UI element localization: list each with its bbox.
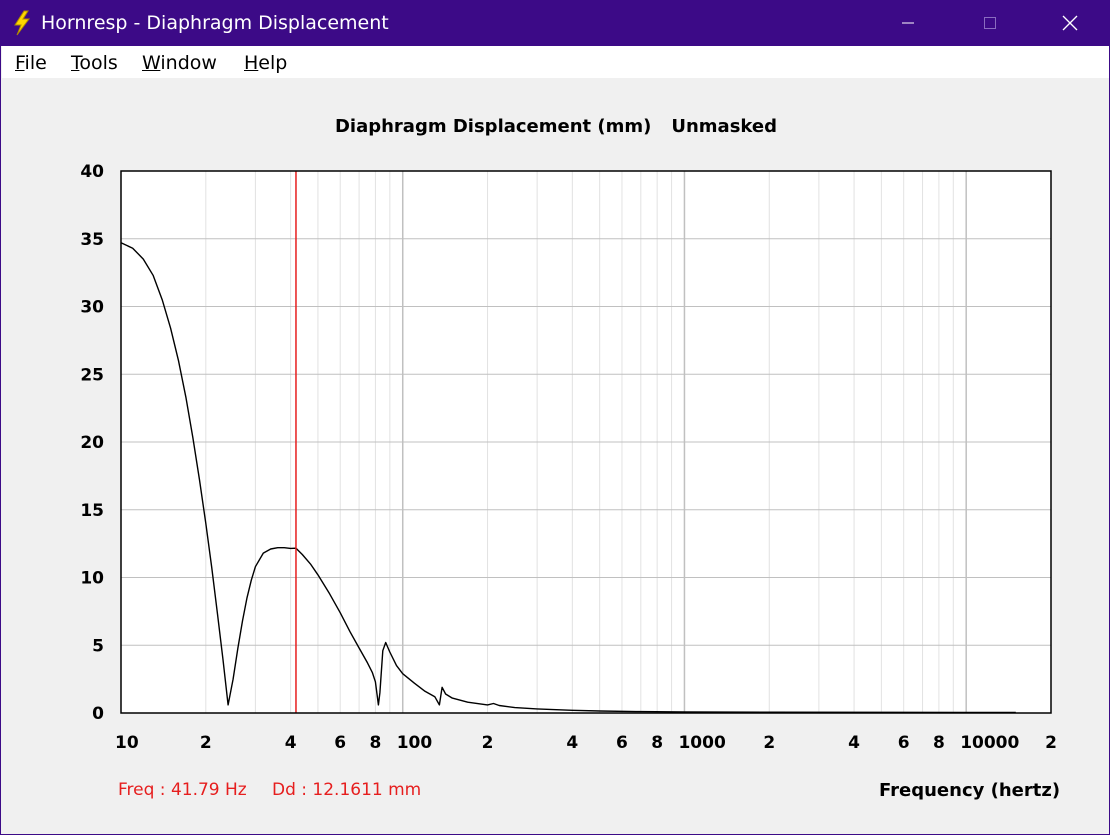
x-tick-label: 2 (1045, 733, 1057, 753)
x-tick-label: 4 (848, 733, 860, 753)
x-tick-label: 2 (482, 733, 494, 753)
y-tick-label: 25 (80, 365, 104, 385)
x-tick-label: 6 (898, 733, 910, 753)
app-window: Hornresp - Diaphragm Displacement File T… (0, 0, 1110, 835)
x-tick-label: 10000 (960, 733, 1019, 753)
y-tick-label: 30 (80, 298, 104, 318)
x-tick-label: 10 (115, 733, 139, 753)
x-tick-label: 2 (763, 733, 775, 753)
menu-bar: File Tools Window Help (2, 46, 1109, 78)
x-tick-label: 4 (566, 733, 578, 753)
frequency-readout: Freq : 41.79 Hz (118, 780, 247, 800)
minimize-button[interactable] (867, 0, 949, 46)
x-tick-label: 1000 (678, 733, 725, 753)
y-tick-label: 0 (92, 704, 104, 724)
y-tick-label: 40 (80, 162, 104, 182)
y-tick-label: 10 (80, 569, 104, 589)
minimize-icon (902, 22, 914, 24)
x-tick-label: 2 (200, 733, 212, 753)
menu-tools[interactable]: Tools (71, 52, 118, 74)
maximize-icon (984, 17, 996, 29)
close-button[interactable] (1029, 0, 1110, 46)
displacement-readout: Dd : 12.1611 mm (272, 780, 422, 800)
x-tick-label: 6 (616, 733, 628, 753)
displacement-plot[interactable]: 0 5 10 15 20 25 30 35 40 10 2 4 6 8 100 2 4 6 8 1000 2 4 6 8 100… (1, 78, 1110, 835)
menu-window[interactable]: Window (142, 52, 217, 74)
chart-area: Diaphragm Displacement (mm) Unmasked 0 5 10… (1, 78, 1110, 835)
window-title: Hornresp - Diaphragm Displacement (41, 12, 389, 34)
title-bar[interactable]: Hornresp - Diaphragm Displacement (1, 0, 1110, 46)
lightning-app-icon (14, 10, 30, 36)
y-tick-label: 15 (80, 501, 104, 521)
menu-help[interactable]: Help (244, 52, 287, 74)
x-tick-label: 4 (285, 733, 297, 753)
maximize-button[interactable] (949, 0, 1031, 46)
y-tick-label: 5 (92, 636, 104, 656)
x-tick-label: 8 (651, 733, 663, 753)
x-tick-label: 8 (370, 733, 382, 753)
menu-file[interactable]: File (15, 52, 47, 74)
x-tick-label: 8 (933, 733, 945, 753)
x-tick-label: 100 (397, 733, 433, 753)
x-axis-title: Frequency (hertz) (879, 780, 1061, 801)
close-icon (1062, 15, 1078, 31)
x-tick-label: 6 (334, 733, 346, 753)
y-tick-label: 35 (80, 230, 104, 250)
y-tick-label: 20 (80, 433, 104, 453)
